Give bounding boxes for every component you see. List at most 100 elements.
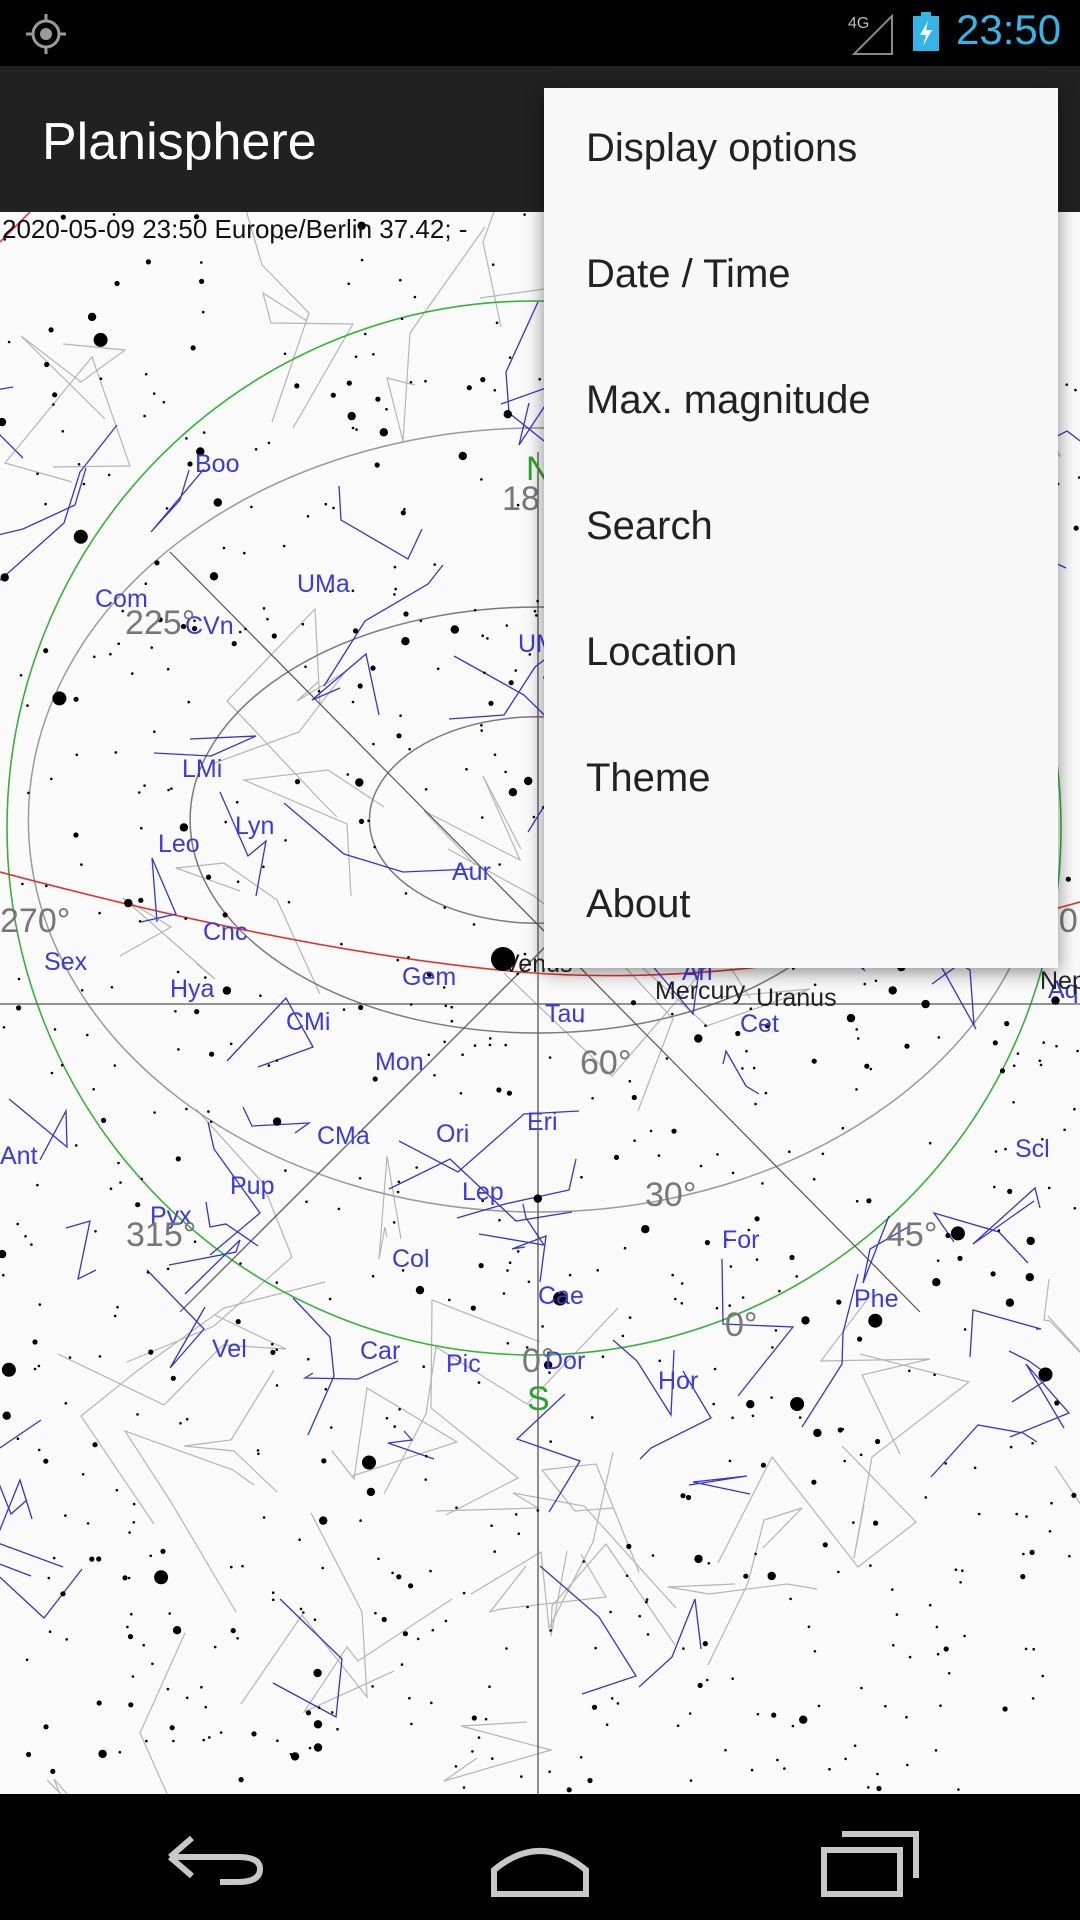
star [166,667,170,671]
star [483,671,486,675]
menu-item-display-options[interactable]: Display options [544,88,1058,214]
star [801,1316,810,1325]
star [754,1552,757,1556]
star [272,1598,275,1602]
star [313,1668,322,1678]
star [110,986,114,989]
star [235,800,239,804]
star [795,1275,798,1278]
star [19,674,23,677]
star [790,1397,805,1411]
star [184,917,187,920]
star [301,622,305,626]
star [891,1588,894,1591]
star [187,700,190,704]
star [471,1715,477,1721]
star [821,1152,825,1156]
back-icon[interactable] [110,1794,310,1920]
star [185,1107,188,1111]
menu-item-about[interactable]: About [544,844,1058,970]
star [138,791,141,794]
star [126,1625,129,1629]
star [222,912,228,918]
star [505,624,509,627]
star [963,1634,966,1638]
star [209,572,219,581]
menu-item-date-time[interactable]: Date / Time [544,214,1058,340]
star [371,1685,374,1688]
star [284,839,287,842]
constellation-boundary [667,1583,818,1595]
star [532,815,536,819]
constellation-boundary [470,1451,614,1631]
star [957,1788,960,1791]
star [755,1258,759,1261]
star [294,383,300,389]
star [116,1305,119,1309]
star [429,1569,432,1573]
menu-item-location[interactable]: Location [544,592,1058,718]
star [230,1565,233,1569]
star [508,680,514,686]
star [455,1506,458,1509]
star [702,1641,708,1647]
star [92,1088,95,1091]
star [869,1564,872,1567]
star [330,392,336,398]
star [0,417,7,427]
star [117,1161,120,1165]
star [855,1199,859,1203]
star [841,1126,845,1130]
star [408,747,411,751]
star [45,884,48,888]
star [484,1717,488,1721]
star [754,1216,760,1222]
degree-label: 315° [126,1216,196,1254]
star [1004,1147,1007,1151]
star [360,258,364,262]
home-icon[interactable] [440,1794,640,1920]
star [645,1598,649,1601]
star [330,1426,333,1429]
star [272,1117,282,1126]
star [504,770,507,774]
star [623,1246,627,1250]
star [633,1139,636,1142]
star [306,515,310,518]
star [94,1230,97,1233]
star [36,472,39,476]
star [649,1129,653,1133]
star [533,1194,542,1203]
star [302,1611,305,1614]
star [676,1724,680,1727]
menu-item-search[interactable]: Search [544,466,1058,592]
star [466,385,472,391]
menu-item-max-magnitude[interactable]: Max. magnitude [544,340,1058,466]
star [37,1364,41,1368]
menu-item-label: About [586,882,691,926]
star [741,1296,745,1299]
constellation-label: For [722,1226,760,1254]
menu-item-theme[interactable]: Theme [544,718,1058,844]
star [566,1787,572,1793]
star [888,986,897,995]
star [591,1704,598,1710]
star [410,1722,413,1726]
constellation-line [969,1309,1042,1358]
star [392,1221,396,1224]
star [1065,383,1068,386]
star [459,1092,463,1095]
star [906,1763,909,1767]
star [283,352,287,356]
star [481,634,485,637]
star [523,213,526,216]
recent-apps-icon[interactable] [770,1794,970,1920]
star [37,1448,41,1452]
star [977,1512,981,1516]
constellation-boundary [1054,1465,1080,1505]
star [477,1381,481,1384]
star [64,1514,67,1517]
star [118,1750,122,1754]
star [754,1102,757,1106]
constellation-line [150,468,205,533]
